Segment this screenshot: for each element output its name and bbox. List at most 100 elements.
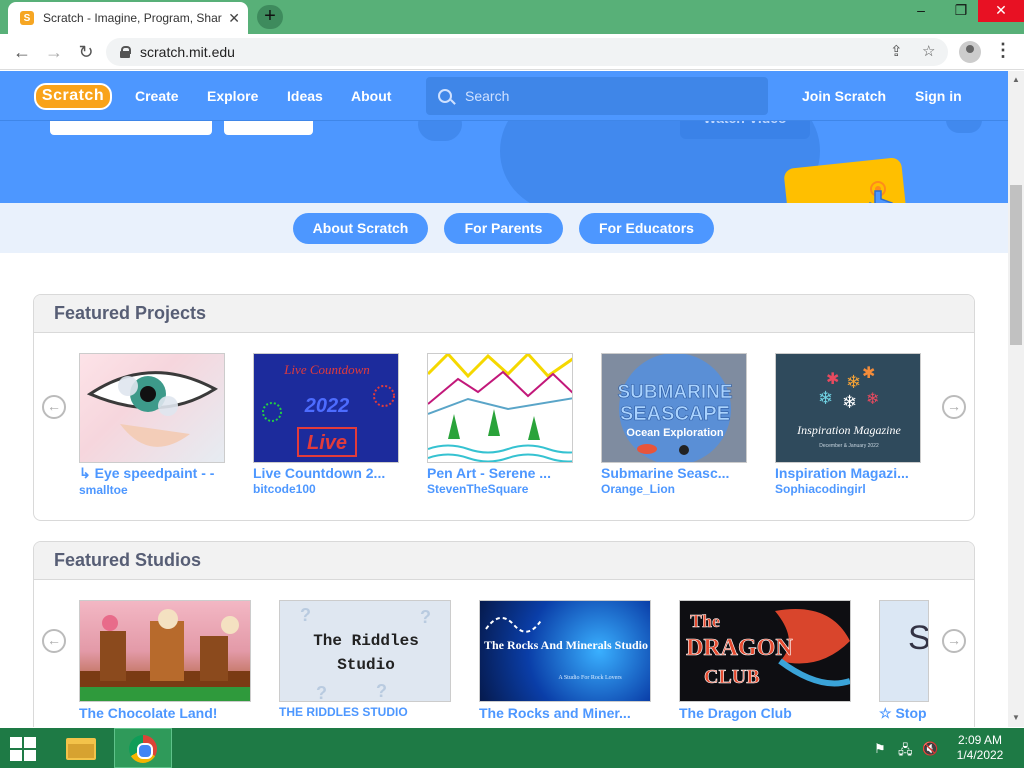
- file-explorer-icon[interactable]: [64, 734, 98, 762]
- svg-text:SUBMARINE: SUBMARINE: [617, 382, 732, 403]
- project-author[interactable]: Orange_Lion: [601, 482, 749, 496]
- scratch-logo[interactable]: Scratch: [34, 83, 112, 110]
- sign-in-link[interactable]: Sign in: [915, 88, 962, 104]
- for-parents-button[interactable]: For Parents: [444, 213, 563, 244]
- project-card[interactable]: Live Countdown 2022 Live Live Countdown …: [253, 353, 401, 496]
- svg-text:?: ?: [420, 607, 431, 627]
- studio-card[interactable]: The Chocolate Land!: [79, 600, 251, 721]
- bookmark-star-icon[interactable]: ☆: [922, 42, 935, 60]
- browser-menu-icon[interactable]: ⋮: [994, 40, 1012, 61]
- network-icon[interactable]: 🖧: [898, 741, 913, 763]
- project-thumbnail[interactable]: Live Countdown 2022 Live: [253, 353, 399, 463]
- project-card[interactable]: SUBMARINE SEASCAPE Ocean Exploration Sub…: [601, 353, 749, 496]
- address-bar[interactable]: scratch.mit.edu: [106, 38, 948, 66]
- project-title[interactable]: Live Countdown 2...: [253, 465, 401, 481]
- studio-title[interactable]: The Chocolate Land!: [79, 705, 251, 721]
- windows-taskbar: ⚑ 🖧 🔇 2:09 AM 1/4/2022: [0, 728, 1024, 768]
- restore-button[interactable]: ❐: [944, 0, 978, 22]
- carousel-next-icon[interactable]: →: [942, 629, 966, 653]
- project-title[interactable]: Pen Art - Serene ...: [427, 465, 575, 481]
- browser-toolbar: ← → ↻ scratch.mit.edu ⇪ ☆ ⋮: [0, 34, 1024, 70]
- scroll-down-icon[interactable]: ▼: [1012, 713, 1020, 722]
- studio-thumbnail[interactable]: [79, 600, 251, 702]
- svg-text:?: ?: [376, 681, 387, 701]
- nav-ideas[interactable]: Ideas: [287, 88, 323, 104]
- chrome-taskbar-button[interactable]: [114, 728, 172, 768]
- nav-create[interactable]: Create: [135, 88, 179, 104]
- svg-text:The Rocks And Minerals Studio: The Rocks And Minerals Studio: [484, 638, 648, 652]
- clock-date: 1/4/2022: [956, 748, 1004, 762]
- for-educators-button[interactable]: For Educators: [579, 213, 714, 244]
- volume-muted-icon[interactable]: 🔇: [922, 741, 938, 757]
- windows-start-icon[interactable]: [10, 737, 36, 761]
- search-bar: [426, 77, 768, 115]
- studio-thumbnail[interactable]: S M: [879, 600, 929, 702]
- svg-text:❄: ❄: [846, 372, 861, 392]
- studio-title[interactable]: The Rocks and Miner...: [479, 705, 651, 721]
- svg-text:2022: 2022: [304, 395, 350, 417]
- project-thumbnail[interactable]: ✱ ❄ ✱ ❄ ❄ ❄ Inspiration Magazine Decembe…: [775, 353, 921, 463]
- forward-arrow-icon[interactable]: →: [42, 40, 66, 64]
- project-card[interactable]: ✱ ❄ ✱ ❄ ❄ ❄ Inspiration Magazine Decembe…: [775, 353, 923, 496]
- new-tab-button[interactable]: +: [257, 5, 283, 29]
- scroll-up-icon[interactable]: ▲: [1012, 75, 1020, 84]
- nav-explore[interactable]: Explore: [207, 88, 258, 104]
- project-thumbnail[interactable]: [427, 353, 573, 463]
- project-author[interactable]: StevenTheSquare: [427, 482, 575, 496]
- about-scratch-button[interactable]: About Scratch: [293, 213, 428, 244]
- carousel-prev-icon[interactable]: ←: [42, 629, 66, 653]
- studio-card[interactable]: The DRAGON CLUB The Dragon Club: [679, 600, 851, 721]
- pointing-hand-icon: [869, 181, 893, 203]
- project-author[interactable]: Sophiacodingirl: [775, 482, 923, 496]
- back-arrow-icon[interactable]: ←: [10, 40, 34, 64]
- hero-button-start-creating[interactable]: [50, 119, 212, 135]
- project-thumbnail[interactable]: [79, 353, 225, 463]
- project-title[interactable]: ↳ Eye speedpaint - -: [79, 465, 227, 482]
- tab-close-icon[interactable]: ✕: [228, 10, 240, 27]
- svg-text:CLUB: CLUB: [704, 666, 760, 688]
- scratch-navbar: Scratch Create Explore Ideas About Join …: [0, 71, 1008, 121]
- flag-icon[interactable]: ⚑: [874, 741, 886, 757]
- nav-about[interactable]: About: [351, 88, 391, 104]
- svg-text:DRAGON: DRAGON: [686, 635, 793, 661]
- project-card[interactable]: Pen Art - Serene ... StevenTheSquare: [427, 353, 575, 496]
- featured-projects-heading: Featured Projects: [34, 295, 974, 333]
- join-scratch-link[interactable]: Join Scratch: [802, 88, 886, 104]
- search-input[interactable]: [465, 88, 745, 104]
- studio-card[interactable]: S M ☆ Stop: [879, 600, 929, 722]
- chrome-icon: [129, 735, 157, 763]
- close-window-button[interactable]: ✕: [978, 0, 1024, 22]
- featured-projects-box: Featured Projects ← → ↳ Eye speedpaint -…: [33, 294, 975, 521]
- studio-card[interactable]: The Rocks And Minerals Studio A Studio F…: [479, 600, 651, 721]
- studio-title[interactable]: THE RIDDLES STUDIO: [279, 705, 451, 719]
- project-author[interactable]: smalltoe: [79, 483, 227, 497]
- project-card[interactable]: ↳ Eye speedpaint - - smalltoe: [79, 353, 227, 497]
- svg-text:?: ?: [300, 605, 311, 625]
- share-icon[interactable]: ⇪: [890, 42, 903, 60]
- carousel-next-icon[interactable]: →: [942, 395, 966, 419]
- svg-text:Live: Live: [307, 432, 347, 454]
- minimize-button[interactable]: –: [904, 0, 938, 22]
- reload-icon[interactable]: ↻: [74, 40, 98, 64]
- hero-button-join[interactable]: [224, 119, 313, 135]
- profile-avatar-icon[interactable]: [959, 41, 981, 63]
- studio-card[interactable]: ? ? ? ? The Riddles Studio THE RIDDLES S…: [279, 600, 451, 719]
- project-thumbnail[interactable]: SUBMARINE SEASCAPE Ocean Exploration: [601, 353, 747, 463]
- svg-text:✱: ✱: [826, 371, 839, 388]
- browser-tab-scratch[interactable]: S Scratch - Imagine, Program, Shar ✕: [8, 2, 248, 34]
- project-title[interactable]: Inspiration Magazi...: [775, 465, 923, 481]
- studio-thumbnail[interactable]: The Rocks And Minerals Studio A Studio F…: [479, 600, 651, 702]
- page-scrollbar[interactable]: ▲ ▼: [1008, 71, 1024, 727]
- svg-text:Studio: Studio: [337, 656, 395, 674]
- studio-title[interactable]: ☆ Stop: [879, 705, 929, 722]
- featured-studios-box: Featured Studios ← → The Chocolate Land!: [33, 541, 975, 727]
- studio-thumbnail[interactable]: ? ? ? ? The Riddles Studio: [279, 600, 451, 702]
- svg-text:Ocean Exploration: Ocean Exploration: [626, 427, 723, 439]
- studio-thumbnail[interactable]: The DRAGON CLUB: [679, 600, 851, 702]
- project-author[interactable]: bitcode100: [253, 482, 401, 496]
- carousel-prev-icon[interactable]: ←: [42, 395, 66, 419]
- scrollbar-thumb[interactable]: [1010, 185, 1022, 345]
- system-clock[interactable]: 2:09 AM 1/4/2022: [950, 733, 1010, 763]
- project-title[interactable]: Submarine Seasc...: [601, 465, 749, 481]
- studio-title[interactable]: The Dragon Club: [679, 705, 851, 721]
